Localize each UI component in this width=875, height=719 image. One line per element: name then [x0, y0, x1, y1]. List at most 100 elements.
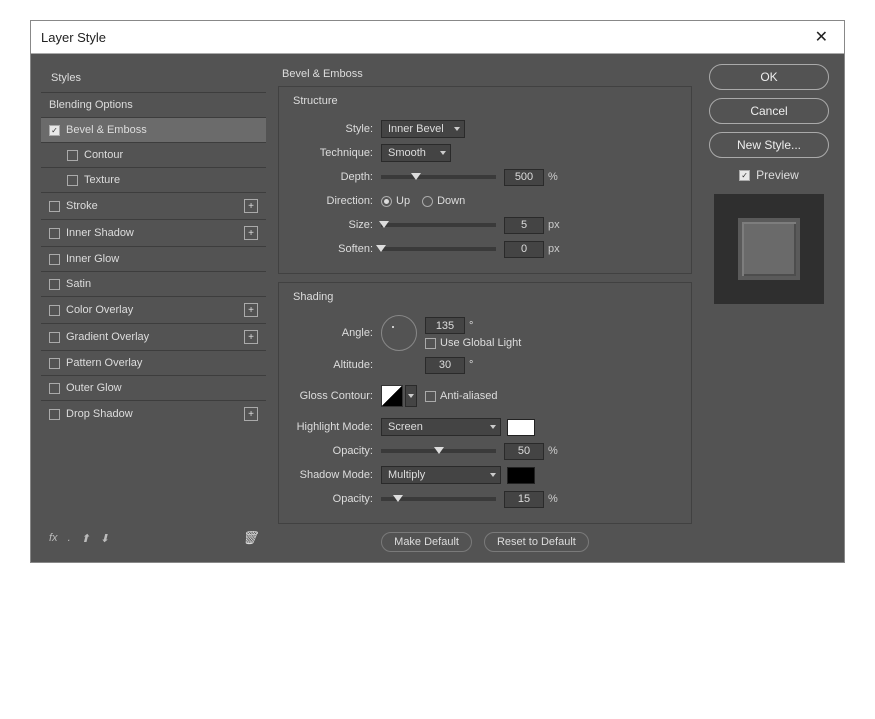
style-checkbox[interactable]	[67, 175, 78, 186]
fx-icon[interactable]: fx	[49, 532, 58, 544]
style-item-outer-glow[interactable]: Outer Glow	[41, 375, 266, 400]
angle-dial[interactable]	[381, 315, 417, 351]
structure-group: Structure Style: Inner Bevel Technique: …	[278, 86, 692, 274]
shadow-opacity-label: Opacity:	[289, 493, 381, 505]
styles-sidebar: Styles Blending Options Bevel & Emboss Co…	[41, 64, 266, 552]
styles-header[interactable]: Styles	[41, 64, 266, 92]
antialiased-checkbox[interactable]	[425, 391, 436, 402]
depth-label: Depth:	[289, 171, 381, 183]
technique-select[interactable]: Smooth	[381, 144, 451, 162]
depth-slider[interactable]	[381, 175, 496, 179]
style-item-inner-glow[interactable]: Inner Glow	[41, 246, 266, 271]
sidebar-footer: fx. ⬆ ⬇ 🗑	[41, 524, 266, 552]
style-checkbox[interactable]	[49, 383, 60, 394]
depth-input[interactable]: 500	[504, 169, 544, 186]
style-item-label: Stroke	[66, 200, 98, 212]
panel-title: Bevel & Emboss	[278, 64, 692, 86]
highlight-color-swatch[interactable]	[507, 419, 535, 436]
new-style-button[interactable]: New Style...	[709, 132, 829, 158]
arrow-up-icon[interactable]: ⬆	[81, 532, 90, 545]
style-label: Style:	[289, 123, 381, 135]
preview-checkbox[interactable]	[739, 170, 750, 181]
altitude-label: Altitude:	[289, 359, 381, 371]
style-item-label: Inner Shadow	[66, 227, 134, 239]
direction-up-radio[interactable]	[381, 196, 392, 207]
layer-style-dialog: Layer Style ✕ Styles Blending Options Be…	[30, 20, 845, 563]
shadow-color-swatch[interactable]	[507, 467, 535, 484]
ok-button[interactable]: OK	[709, 64, 829, 90]
highlight-mode-label: Highlight Mode:	[289, 421, 381, 433]
style-item-label: Pattern Overlay	[66, 357, 142, 369]
right-panel: OK Cancel New Style... Preview	[704, 64, 834, 552]
style-checkbox[interactable]	[67, 150, 78, 161]
style-item-drop-shadow[interactable]: Drop Shadow +	[41, 400, 266, 427]
style-checkbox[interactable]	[49, 201, 60, 212]
soften-label: Soften:	[289, 243, 381, 255]
style-item-satin[interactable]: Satin	[41, 271, 266, 296]
plus-icon[interactable]: +	[244, 303, 258, 317]
style-checkbox[interactable]	[49, 332, 60, 343]
style-checkbox[interactable]	[49, 305, 60, 316]
style-item-label: Gradient Overlay	[66, 331, 149, 343]
size-input[interactable]: 5	[504, 217, 544, 234]
size-slider[interactable]	[381, 223, 496, 227]
direction-label: Direction:	[289, 195, 381, 207]
style-item-label: Outer Glow	[66, 382, 122, 394]
style-select[interactable]: Inner Bevel	[381, 120, 465, 138]
preview-thumbnail	[714, 194, 824, 304]
arrow-down-icon[interactable]: ⬇	[100, 532, 109, 545]
style-item-stroke[interactable]: Stroke +	[41, 192, 266, 219]
shadow-mode-select[interactable]: Multiply	[381, 466, 501, 484]
style-item-contour[interactable]: Contour	[41, 142, 266, 167]
plus-icon[interactable]: +	[244, 330, 258, 344]
style-checkbox[interactable]	[49, 279, 60, 290]
soften-input[interactable]: 0	[504, 241, 544, 258]
style-checkbox[interactable]	[49, 228, 60, 239]
style-item-label: Color Overlay	[66, 304, 133, 316]
style-item-label: Drop Shadow	[66, 408, 133, 420]
highlight-opacity-input[interactable]: 50	[504, 443, 544, 460]
gloss-contour-dropdown[interactable]	[405, 385, 417, 407]
shadow-opacity-input[interactable]: 15	[504, 491, 544, 508]
shadow-mode-label: Shadow Mode:	[289, 469, 381, 481]
gloss-contour-swatch[interactable]	[381, 385, 403, 407]
gloss-contour-label: Gloss Contour:	[289, 390, 381, 402]
style-item-pattern-overlay[interactable]: Pattern Overlay	[41, 350, 266, 375]
titlebar[interactable]: Layer Style ✕	[31, 21, 844, 54]
make-default-button[interactable]: Make Default	[381, 532, 472, 552]
style-item-label: Texture	[84, 174, 120, 186]
close-icon[interactable]: ✕	[809, 27, 834, 47]
size-label: Size:	[289, 219, 381, 231]
plus-icon[interactable]: +	[244, 226, 258, 240]
style-item-label: Contour	[84, 149, 123, 161]
global-light-checkbox[interactable]	[425, 338, 436, 349]
settings-panel: Bevel & Emboss Structure Style: Inner Be…	[278, 64, 692, 552]
preview-label: Preview	[756, 168, 799, 182]
angle-input[interactable]: 135	[425, 317, 465, 334]
style-checkbox[interactable]	[49, 254, 60, 265]
shadow-opacity-slider[interactable]	[381, 497, 496, 501]
shading-group: Shading Angle: 135 ° Use Global Li	[278, 282, 692, 524]
highlight-mode-select[interactable]: Screen	[381, 418, 501, 436]
plus-icon[interactable]: +	[244, 199, 258, 213]
dialog-title: Layer Style	[41, 30, 106, 45]
soften-slider[interactable]	[381, 247, 496, 251]
style-item-gradient-overlay[interactable]: Gradient Overlay +	[41, 323, 266, 350]
style-checkbox[interactable]	[49, 125, 60, 136]
altitude-input[interactable]: 30	[425, 357, 465, 374]
style-item-color-overlay[interactable]: Color Overlay +	[41, 296, 266, 323]
highlight-opacity-label: Opacity:	[289, 445, 381, 457]
style-item-texture[interactable]: Texture	[41, 167, 266, 192]
highlight-opacity-slider[interactable]	[381, 449, 496, 453]
plus-icon[interactable]: +	[244, 407, 258, 421]
style-item-inner-shadow[interactable]: Inner Shadow +	[41, 219, 266, 246]
trash-icon[interactable]: 🗑	[241, 530, 258, 546]
style-checkbox[interactable]	[49, 409, 60, 420]
direction-down-radio[interactable]	[422, 196, 433, 207]
style-checkbox[interactable]	[49, 358, 60, 369]
style-item-bevel-emboss[interactable]: Bevel & Emboss	[41, 117, 266, 142]
angle-label: Angle:	[289, 327, 381, 339]
reset-default-button[interactable]: Reset to Default	[484, 532, 589, 552]
cancel-button[interactable]: Cancel	[709, 98, 829, 124]
blending-options-item[interactable]: Blending Options	[41, 92, 266, 117]
